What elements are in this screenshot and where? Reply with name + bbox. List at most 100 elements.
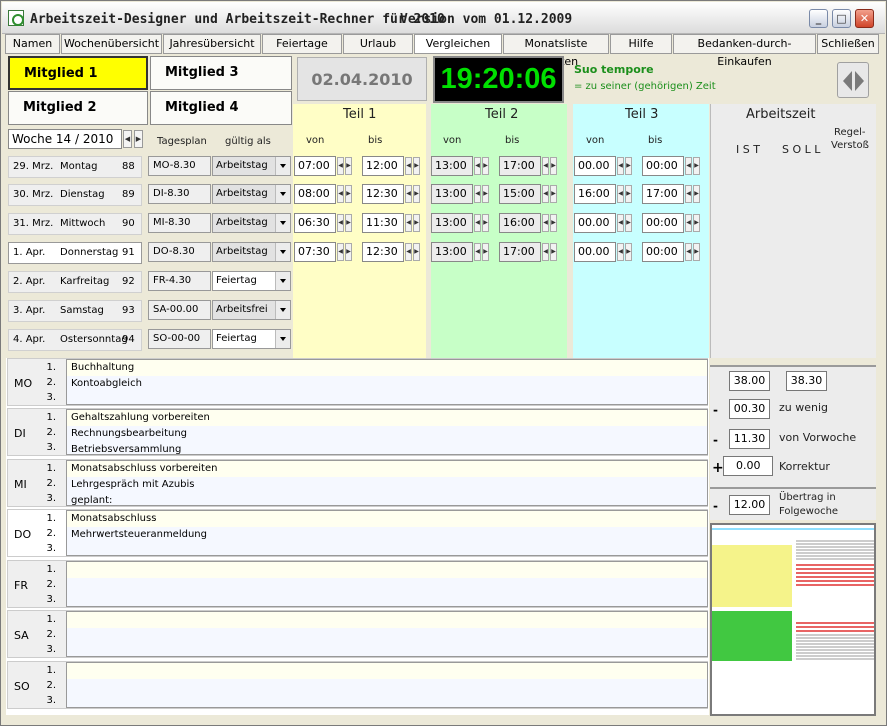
time-field-t1v[interactable]: 06:30: [294, 213, 336, 233]
notes-textarea[interactable]: [66, 662, 708, 708]
time-field-t1b[interactable]: 12:30: [362, 184, 404, 204]
time-increase-button[interactable]: ▶: [693, 157, 700, 175]
time-decrease-button[interactable]: ◀: [405, 185, 412, 203]
time-decrease-button[interactable]: ◀: [542, 185, 549, 203]
menu-schliessen[interactable]: Schließen: [817, 34, 879, 54]
chevron-down-icon[interactable]: [275, 330, 290, 348]
day-type-select[interactable]: Arbeitstag: [212, 213, 291, 233]
time-field-t3b[interactable]: 00:00: [642, 242, 684, 262]
notes-textarea[interactable]: Gehaltszahlung vorbereiten Rechnungsbear…: [66, 409, 708, 455]
time-field-t1b[interactable]: 12:30: [362, 242, 404, 262]
tagesplan-field[interactable]: MO-8.30: [148, 156, 211, 176]
time-field-t2v[interactable]: 13:00: [431, 242, 473, 262]
time-decrease-button[interactable]: ◀: [474, 185, 481, 203]
time-decrease-button[interactable]: ◀: [617, 243, 624, 261]
time-field-t2b[interactable]: 17:00: [499, 242, 541, 262]
time-decrease-button[interactable]: ◀: [337, 243, 344, 261]
time-increase-button[interactable]: ▶: [625, 185, 632, 203]
day-type-select[interactable]: Feiertag: [212, 271, 291, 291]
menu-vergleichen[interactable]: Vergleichen: [414, 34, 502, 54]
time-decrease-button[interactable]: ◀: [685, 214, 692, 232]
tagesplan-field[interactable]: DO-8.30: [148, 242, 211, 262]
day-row-3[interactable]: 1. Apr. Donnerstag 91: [8, 242, 142, 264]
time-increase-button[interactable]: ▶: [625, 243, 632, 261]
time-increase-button[interactable]: ▶: [345, 243, 352, 261]
day-row-2[interactable]: 31. Mrz. Mittwoch 90: [8, 213, 142, 235]
time-decrease-button[interactable]: ◀: [685, 157, 692, 175]
week-field[interactable]: Woche 14 / 2010: [8, 129, 122, 149]
time-increase-button[interactable]: ▶: [413, 214, 420, 232]
time-decrease-button[interactable]: ◀: [405, 214, 412, 232]
time-decrease-button[interactable]: ◀: [617, 157, 624, 175]
time-field-t2b[interactable]: 15:00: [499, 184, 541, 204]
maximize-button[interactable]: □: [832, 9, 851, 28]
minimize-button[interactable]: _: [809, 9, 828, 28]
time-field-t1v[interactable]: 07:00: [294, 156, 336, 176]
time-increase-button[interactable]: ▶: [625, 214, 632, 232]
week-next-button[interactable]: ▶: [134, 130, 143, 148]
time-increase-button[interactable]: ▶: [550, 214, 557, 232]
time-increase-button[interactable]: ▶: [482, 214, 489, 232]
day-type-select[interactable]: Arbeitstag: [212, 156, 291, 176]
time-field-t2v[interactable]: 13:00: [431, 213, 473, 233]
time-field-t3v[interactable]: 00.00: [574, 156, 616, 176]
time-decrease-button[interactable]: ◀: [337, 185, 344, 203]
time-decrease-button[interactable]: ◀: [542, 214, 549, 232]
day-type-select[interactable]: Arbeitstag: [212, 242, 291, 262]
tagesplan-field[interactable]: MI-8.30: [148, 213, 211, 233]
time-field-t3b[interactable]: 17:00: [642, 184, 684, 204]
time-field-t1v[interactable]: 07:30: [294, 242, 336, 262]
week-prev-button[interactable]: ◀: [123, 130, 132, 148]
time-field-t3v[interactable]: 00.00: [574, 213, 616, 233]
time-field-t3v[interactable]: 00.00: [574, 242, 616, 262]
time-increase-button[interactable]: ▶: [625, 157, 632, 175]
time-increase-button[interactable]: ▶: [413, 157, 420, 175]
time-increase-button[interactable]: ▶: [693, 214, 700, 232]
menu-wochenuebersicht[interactable]: Wochenübersicht: [61, 34, 162, 54]
chevron-down-icon[interactable]: [275, 185, 290, 203]
close-button[interactable]: ✕: [855, 9, 874, 28]
notes-textarea[interactable]: [66, 561, 708, 607]
tagesplan-field[interactable]: SA-00.00: [148, 300, 211, 320]
time-increase-button[interactable]: ▶: [550, 185, 557, 203]
notes-textarea[interactable]: [66, 611, 708, 657]
day-row-1[interactable]: 30. Mrz. Dienstag 89: [8, 184, 142, 206]
day-row-6[interactable]: 4. Apr. Ostersonntag 94: [8, 329, 142, 351]
time-field-t3b[interactable]: 00:00: [642, 156, 684, 176]
menu-urlaub[interactable]: Urlaub: [343, 34, 413, 54]
time-field-t2b[interactable]: 16:00: [499, 213, 541, 233]
time-increase-button[interactable]: ▶: [693, 185, 700, 203]
menu-jahresuebersicht[interactable]: Jahresübersicht: [163, 34, 261, 54]
menu-feiertage[interactable]: Feiertage: [262, 34, 342, 54]
day-type-select[interactable]: Feiertag: [212, 329, 291, 349]
time-increase-button[interactable]: ▶: [345, 185, 352, 203]
time-field-t2v[interactable]: 13:00: [431, 184, 473, 204]
time-decrease-button[interactable]: ◀: [474, 214, 481, 232]
chevron-down-icon[interactable]: [275, 157, 290, 175]
time-increase-button[interactable]: ▶: [550, 157, 557, 175]
korrektur-field[interactable]: 0.00: [723, 456, 773, 476]
chevron-down-icon[interactable]: [275, 214, 290, 232]
time-decrease-button[interactable]: ◀: [405, 243, 412, 261]
menu-monatsliste-drucken[interactable]: Monatsliste drucken: [503, 34, 609, 68]
time-increase-button[interactable]: ▶: [482, 185, 489, 203]
notes-textarea[interactable]: Buchhaltung Kontoabgleich: [66, 359, 708, 405]
time-decrease-button[interactable]: ◀: [685, 243, 692, 261]
time-decrease-button[interactable]: ◀: [685, 185, 692, 203]
day-type-select[interactable]: Arbeitstag: [212, 184, 291, 204]
menu-namen[interactable]: Namen: [5, 34, 60, 54]
chevron-down-icon[interactable]: [275, 272, 290, 290]
time-decrease-button[interactable]: ◀: [617, 185, 624, 203]
time-decrease-button[interactable]: ◀: [474, 157, 481, 175]
time-increase-button[interactable]: ▶: [413, 243, 420, 261]
time-decrease-button[interactable]: ◀: [474, 243, 481, 261]
time-field-t2v[interactable]: 13:00: [431, 156, 473, 176]
time-decrease-button[interactable]: ◀: [542, 243, 549, 261]
time-increase-button[interactable]: ▶: [550, 243, 557, 261]
time-decrease-button[interactable]: ◀: [617, 214, 624, 232]
member-tab-3[interactable]: Mitglied 3: [150, 56, 292, 90]
time-increase-button[interactable]: ▶: [482, 157, 489, 175]
day-type-select[interactable]: Arbeitsfrei: [212, 300, 291, 320]
tagesplan-field[interactable]: SO-00-00: [148, 329, 211, 349]
day-row-4[interactable]: 2. Apr. Karfreitag 92: [8, 271, 142, 293]
